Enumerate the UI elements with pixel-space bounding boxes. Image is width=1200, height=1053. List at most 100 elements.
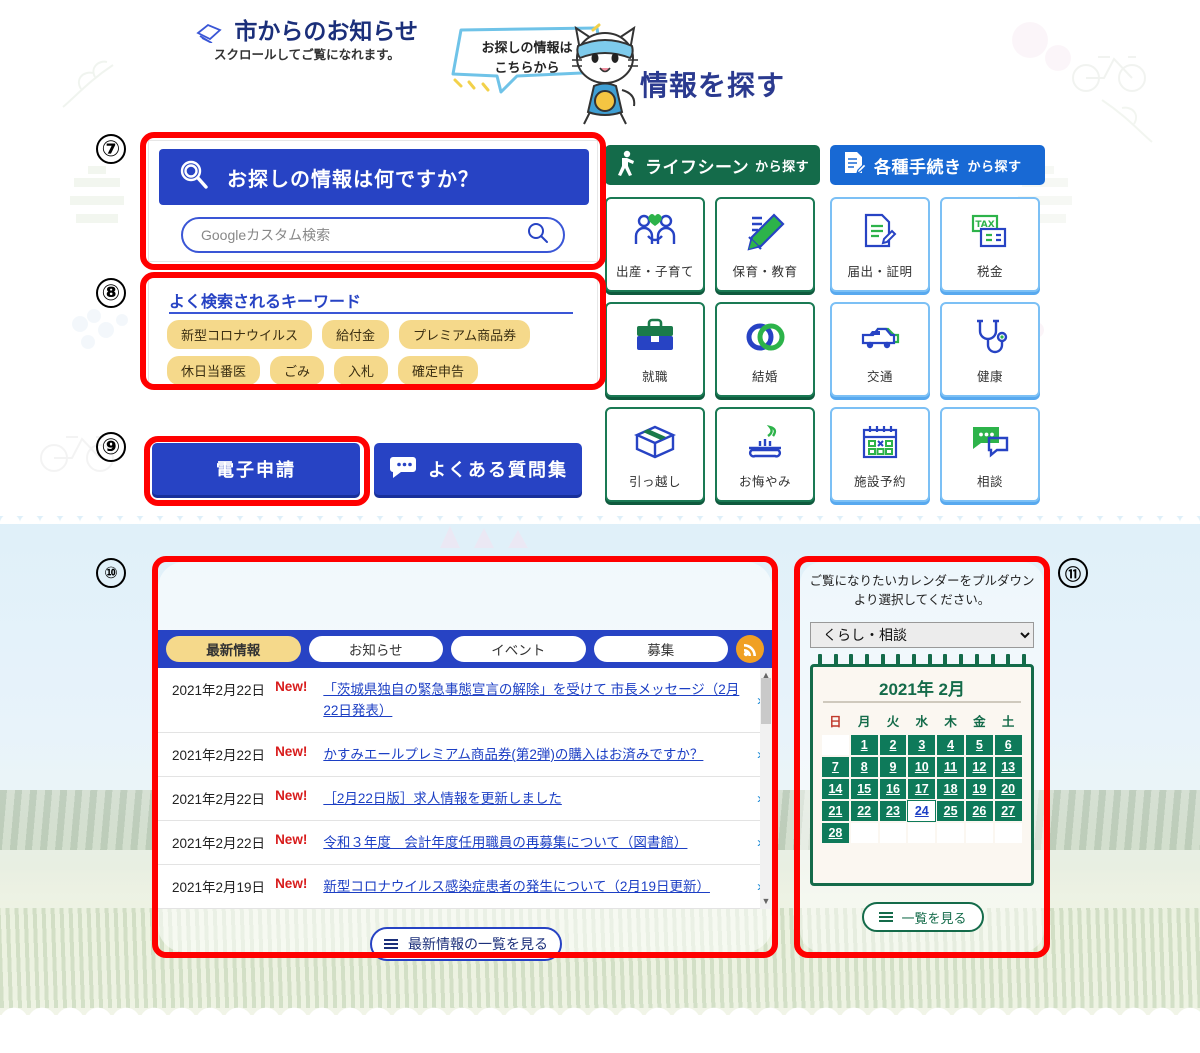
tile-funeral[interactable]: お悔やみ	[715, 407, 815, 502]
calendar-day[interactable]: 25	[936, 800, 965, 822]
calendar-day[interactable]: 3	[907, 734, 937, 756]
calendar-day[interactable]: 28	[821, 822, 850, 844]
chat-icon	[969, 419, 1011, 465]
calendar-day[interactable]: 19	[964, 778, 994, 800]
tab-recruitment[interactable]: 募集	[593, 636, 728, 662]
tile-notification[interactable]: 届出・証明	[830, 197, 930, 292]
tile-label: 施設予約	[853, 475, 906, 489]
news-more-button[interactable]: 最新情報の一覧を見る	[370, 927, 562, 961]
keyword-tag[interactable]: 休日当番医	[167, 356, 261, 385]
calendar-day[interactable]: 8	[849, 756, 879, 778]
calendar-day[interactable]: 4	[936, 734, 965, 756]
tab-announcements[interactable]: お知らせ	[308, 636, 443, 662]
tile-tax[interactable]: TAX 税金	[940, 197, 1040, 292]
procedures-heading-sub: から探す	[967, 158, 1022, 174]
tile-traffic[interactable]: 交通	[830, 302, 930, 397]
list-icon	[384, 939, 398, 949]
calendar-day[interactable]: 2	[878, 734, 908, 756]
news-tab-bar: 最新情報 お知らせ イベント 募集	[158, 630, 772, 668]
calendar-day[interactable]: 9	[878, 756, 908, 778]
calendar-day[interactable]: 18	[936, 778, 965, 800]
news-link[interactable]: 新型コロナウイルス感染症患者の発生について（2月19日更新）	[323, 876, 749, 897]
news-row[interactable]: 2021年2月22日 New! かすみエールプレミアム商品券(第2弾)の購入はお…	[158, 733, 772, 777]
news-link[interactable]: かすみエールプレミアム商品券(第2弾)の購入はお済みですか？	[323, 744, 749, 765]
tab-events[interactable]: イベント	[451, 636, 586, 662]
keyword-tag[interactable]: プレミアム商品券	[399, 320, 531, 349]
magnifier-icon	[177, 158, 211, 197]
news-row[interactable]: 2021年2月22日 New! 「茨城県独自の緊急事態宣言の解除」を受けて 市長…	[158, 668, 772, 733]
search-box[interactable]	[181, 217, 565, 253]
tile-marriage[interactable]: 結婚	[715, 302, 815, 397]
stethoscope-icon	[970, 314, 1010, 360]
calendar-day[interactable]: 11	[936, 756, 965, 778]
calendar-day[interactable]: 22	[849, 800, 879, 822]
procedures-heading[interactable]: 各種手続き から探す	[830, 145, 1045, 185]
car-icon	[858, 314, 902, 360]
calendar-day[interactable]: 5	[964, 734, 994, 756]
tax-icon: TAX	[969, 209, 1011, 255]
calendar-day[interactable]: 15	[849, 778, 879, 800]
calendar-day[interactable]: 14	[821, 778, 850, 800]
news-row[interactable]: 2021年2月22日 New! 令和３年度 会計年度任用職員の再募集について（図…	[158, 821, 772, 865]
calendar-day[interactable]: 20	[993, 778, 1023, 800]
calendar-day[interactable]: 23	[878, 800, 908, 822]
keyword-tag[interactable]: 入札	[334, 356, 389, 385]
calendar-day[interactable]: 13	[993, 756, 1023, 778]
calendar-icon	[860, 419, 900, 465]
e-application-button[interactable]: 電子申請	[152, 443, 360, 495]
keyword-tag[interactable]: 確定申告	[398, 356, 479, 385]
calendar-day[interactable]: 16	[878, 778, 908, 800]
tile-consultation[interactable]: 相談	[940, 407, 1040, 502]
scroll-down-icon[interactable]: ▼	[761, 896, 771, 906]
rss-icon[interactable]	[736, 635, 764, 663]
faq-button[interactable]: よくある質問集	[374, 443, 582, 495]
family-heart-icon	[633, 209, 677, 255]
calendar-more-button[interactable]: 一覧を見る	[862, 902, 984, 932]
calendar-day[interactable]: 12	[964, 756, 994, 778]
calendar-day[interactable]: 17	[907, 778, 937, 800]
tile-childbirth[interactable]: 出産・子育て	[605, 197, 705, 292]
news-list: 2021年2月22日 New! 「茨城県独自の緊急事態宣言の解除」を受けて 市長…	[158, 668, 772, 909]
news-row[interactable]: 2021年2月19日 New! 新型コロナウイルス感染症患者の発生について（2月…	[158, 865, 772, 909]
news-link[interactable]: 「茨城県独自の緊急事態宣言の解除」を受けて 市長メッセージ（2月22日発表）	[323, 679, 749, 721]
calendar-divider	[823, 701, 1021, 703]
keyword-tag[interactable]: 新型コロナウイルス	[167, 320, 313, 349]
news-link[interactable]: ［2月22日版］求人情報を更新しました	[323, 788, 749, 809]
calendar-day[interactable]: 10	[907, 756, 937, 778]
news-scrollbar-thumb[interactable]	[761, 678, 771, 724]
search-submit-icon[interactable]	[527, 222, 549, 249]
tile-label: 就職	[641, 370, 668, 384]
tile-employment[interactable]: 就職	[605, 302, 705, 397]
calendar-day[interactable]: 7	[821, 756, 850, 778]
calendar-category-select[interactable]: くらし・相談	[810, 622, 1034, 648]
calendar-day[interactable]: 27	[993, 800, 1023, 822]
calendar-empty-cell	[849, 822, 879, 844]
faq-label: よくある質問集	[428, 460, 568, 480]
rings-icon	[744, 314, 786, 360]
tile-label: 引っ越し	[628, 475, 681, 489]
news-date: 2021年2月19日	[172, 880, 266, 895]
life-scene-heading[interactable]: ライフシーン から探す	[605, 145, 820, 185]
pencil-icon	[744, 209, 786, 255]
calendar-day[interactable]: 6	[993, 734, 1023, 756]
tile-facility-reservation[interactable]: 施設予約	[830, 407, 930, 502]
calendar-day[interactable]: 26	[964, 800, 994, 822]
news-link[interactable]: 令和３年度 会計年度任用職員の再募集について（図書館）	[323, 832, 749, 853]
calendar-day-today[interactable]: 24	[907, 800, 937, 822]
news-date: 2021年2月22日	[172, 836, 266, 851]
tab-latest[interactable]: 最新情報	[166, 636, 301, 662]
keyword-tag[interactable]: 給付金	[322, 320, 390, 349]
tile-education[interactable]: 保育・教育	[715, 197, 815, 292]
calendar-day[interactable]: 1	[849, 734, 879, 756]
new-badge: New!	[275, 744, 308, 759]
news-row[interactable]: 2021年2月22日 New! ［2月22日版］求人情報を更新しました ›	[158, 777, 772, 821]
tile-health[interactable]: 健康	[940, 302, 1040, 397]
calendar-month-label: 2021年 2月	[879, 680, 965, 699]
document-icon	[860, 209, 900, 255]
search-input[interactable]	[201, 227, 527, 243]
calendar-day[interactable]: 21	[821, 800, 850, 822]
tile-moving[interactable]: 引っ越し	[605, 407, 705, 502]
popular-keywords-title: よく検索されるキーワード	[169, 294, 362, 311]
keyword-tag[interactable]: ごみ	[270, 356, 325, 385]
popular-keywords-card: よく検索されるキーワード 新型コロナウイルス 給付金 プレミアム商品券 休日当番…	[148, 277, 598, 385]
